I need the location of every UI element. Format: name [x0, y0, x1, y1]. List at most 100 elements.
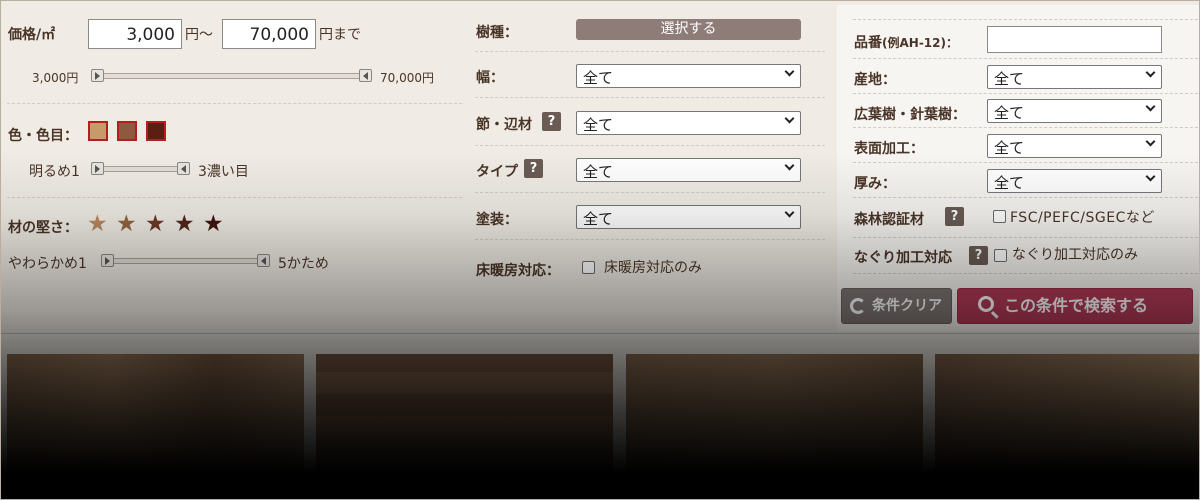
knot-select-value: 全て [583, 116, 614, 134]
chevron-down-icon [784, 160, 795, 171]
product-no-label: 品番(例AH-12)： [854, 32, 958, 52]
divider [475, 192, 825, 193]
divider [7, 103, 462, 104]
finish-label: 塗装： [476, 212, 518, 228]
hardness-label: 材の堅さ： [8, 220, 78, 236]
clear-conditions-button[interactable]: 条件クリア [841, 288, 952, 324]
thickness-select[interactable]: 全て [987, 169, 1162, 193]
floor-heating-checkbox[interactable] [582, 261, 595, 274]
divider [853, 237, 1198, 238]
search-filter-page: 価格/㎡ 3,000 円〜 70,000 円まで 3,000円 70,000円 … [0, 0, 1200, 500]
knot-help-icon[interactable]: ? [542, 112, 561, 131]
chevron-down-icon [784, 66, 795, 77]
wood-type-label: 樹種： [476, 25, 518, 41]
tree-kind-select-value: 全て [994, 104, 1025, 122]
price-between-label: 円〜 [185, 27, 213, 43]
tree-kind-label: 広葉樹・針葉樹： [854, 107, 966, 123]
color-slider-right-label: 3濃い目 [198, 164, 249, 180]
divider [853, 162, 1198, 163]
forest-cert-label: 森林認証材 [854, 212, 924, 228]
price-label: 価格/㎡ [8, 27, 56, 43]
product-thumbnail[interactable] [626, 354, 923, 499]
color-swatch-dark[interactable] [146, 121, 166, 141]
divider [475, 145, 825, 146]
price-slider-min-label: 3,000円 [32, 71, 79, 85]
color-slider-max-handle[interactable] [177, 162, 190, 175]
color-label: 色・色目： [8, 128, 78, 144]
price-slider-max-label: 70,000円 [380, 71, 434, 85]
filter-panel: 価格/㎡ 3,000 円〜 70,000 円まで 3,000円 70,000円 … [1, 1, 1199, 334]
hardness-slider-track[interactable] [108, 258, 264, 264]
width-select-value: 全て [583, 69, 614, 87]
price-slider-min-handle[interactable] [91, 69, 104, 82]
thickness-label: 厚み： [854, 176, 896, 192]
clear-conditions-label: 条件クリア [872, 298, 942, 314]
floor-heating-option[interactable]: 床暖房対応のみ [604, 257, 702, 277]
product-no-label-text: 品番 [854, 35, 882, 51]
divider [853, 197, 1198, 198]
hardness-slider-left-label: やわらかめ1 [8, 256, 87, 272]
divider [853, 93, 1198, 94]
floor-heating-label: 床暖房対応： [476, 263, 560, 279]
color-slider-min-handle[interactable] [91, 162, 104, 175]
price-slider-max-handle[interactable] [359, 69, 372, 82]
type-label: タイプ [476, 164, 518, 180]
forest-cert-option[interactable]: FSC/PEFC/SGECなど [1010, 207, 1155, 227]
reset-icon [850, 298, 866, 314]
hardness-slider-max-handle[interactable] [257, 254, 270, 267]
price-slider-track[interactable] [98, 73, 364, 79]
hardness-slider-right-label: 5かため [278, 256, 329, 272]
wood-type-select-button[interactable]: 選択する [576, 19, 801, 40]
hardness-star-1-icon[interactable]: ★ [87, 213, 108, 236]
tree-kind-select[interactable]: 全て [987, 99, 1162, 123]
price-suffix-label: 円まで [319, 27, 361, 43]
search-icon [978, 296, 994, 312]
forest-cert-help-icon[interactable]: ? [945, 207, 964, 226]
search-button[interactable]: この条件で検索する [957, 288, 1193, 324]
forest-cert-checkbox[interactable] [993, 210, 1006, 223]
price-max-input[interactable]: 70,000 [222, 19, 316, 49]
product-thumbnail[interactable] [7, 354, 304, 499]
chevron-down-icon [1145, 101, 1156, 112]
knot-label: 節・辺材 [476, 117, 532, 133]
surface-select-value: 全て [994, 139, 1025, 157]
color-swatch-light[interactable] [88, 121, 108, 141]
search-button-label: この条件で検索する [1004, 296, 1149, 315]
divider [853, 19, 1198, 20]
type-select[interactable]: 全て [576, 158, 801, 182]
chevron-down-icon [1145, 136, 1156, 147]
surface-select[interactable]: 全て [987, 134, 1162, 158]
hardness-star-2-icon[interactable]: ★ [116, 213, 137, 236]
divider [475, 239, 825, 240]
type-help-icon[interactable]: ? [524, 159, 543, 178]
divider [475, 97, 825, 98]
naguri-option[interactable]: なぐり加工対応のみ [1012, 244, 1138, 264]
origin-select-value: 全て [994, 70, 1025, 88]
divider [853, 58, 1198, 59]
naguri-help-icon[interactable]: ? [969, 246, 988, 265]
right-column-background [837, 5, 1199, 331]
color-slider-track[interactable] [97, 166, 185, 172]
product-no-input[interactable] [987, 26, 1162, 53]
finish-select-value: 全て [583, 210, 614, 228]
chevron-down-icon [784, 207, 795, 218]
product-thumbnail[interactable] [935, 354, 1199, 499]
width-label: 幅： [476, 70, 504, 86]
chevron-down-icon [784, 113, 795, 124]
color-swatch-medium[interactable] [117, 121, 137, 141]
naguri-label: なぐり加工対応 [854, 250, 952, 266]
naguri-checkbox[interactable] [994, 249, 1007, 262]
divider [475, 51, 825, 52]
chevron-down-icon [1145, 171, 1156, 182]
hardness-star-5-icon[interactable]: ★ [203, 213, 224, 236]
hardness-star-3-icon[interactable]: ★ [145, 213, 166, 236]
origin-label: 産地： [854, 72, 896, 88]
product-thumbnail[interactable] [316, 354, 613, 499]
origin-select[interactable]: 全て [987, 65, 1162, 89]
finish-select[interactable]: 全て [576, 205, 801, 229]
hardness-star-4-icon[interactable]: ★ [174, 213, 195, 236]
knot-select[interactable]: 全て [576, 111, 801, 135]
hardness-slider-min-handle[interactable] [101, 254, 114, 267]
width-select[interactable]: 全て [576, 64, 801, 88]
price-min-input[interactable]: 3,000 [88, 19, 182, 49]
